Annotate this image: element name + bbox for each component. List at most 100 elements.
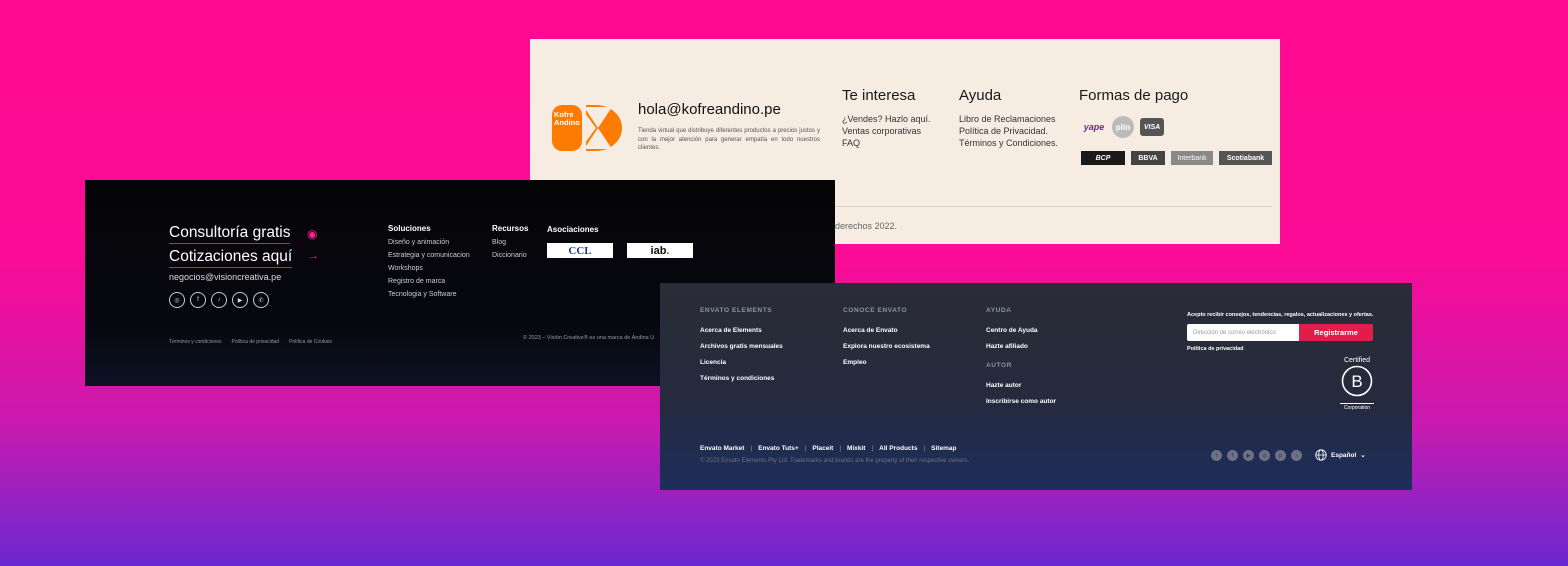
envato-copyright: © 2023 Envato Elements Pty Ltd. Trademar… (700, 458, 970, 464)
link-estrategia[interactable]: Estrategia y comunicacion (388, 249, 470, 262)
conoce-title: CONOCE ENVATO (843, 307, 908, 314)
instagram-icon[interactable]: ◎ (1259, 450, 1270, 461)
link-sitemap[interactable]: Sitemap (931, 445, 956, 452)
email-field[interactable]: Dirección de correo electrónico (1187, 324, 1299, 341)
registrarme-button[interactable]: Registrarme (1299, 324, 1373, 341)
privacy-link[interactable]: Política de privacidad (1187, 346, 1244, 352)
separator: | (839, 445, 842, 452)
consultoria-link[interactable]: Consultoría gratis (169, 224, 291, 244)
separator: | (871, 445, 874, 452)
kofre-copyright: derechos 2022. (835, 221, 898, 231)
vision-col-recursos: Recursos Blog Diccionario (492, 224, 528, 262)
logo-text-line2: Andino (554, 118, 580, 127)
link-ecosistema[interactable]: Explora nuestro ecosistema (843, 339, 930, 355)
link-workshops[interactable]: Workshops (388, 262, 470, 275)
kofre-logo[interactable]: Kofre Andino (552, 105, 622, 151)
tiktok-icon[interactable]: ♪ (1291, 450, 1302, 461)
link-centro-ayuda[interactable]: Centro de Ayuda (986, 323, 1038, 339)
link-envato-tuts[interactable]: Envato Tuts+ (758, 445, 799, 452)
scotiabank-logo: Scotiabank (1219, 151, 1272, 165)
pinterest-icon[interactable]: p (1275, 450, 1286, 461)
link-vendes[interactable]: ¿Vendes? Hazlo aquí. (842, 113, 931, 125)
link-acerca-envato[interactable]: Acerca de Envato (843, 323, 930, 339)
separator: | (923, 445, 926, 452)
instagram-icon[interactable]: ◎ (169, 292, 185, 308)
link-faq[interactable]: FAQ (842, 137, 931, 149)
arrow-right-icon: → (308, 250, 319, 262)
link-diseno[interactable]: Diseño y animación (388, 236, 470, 249)
link-politica-privacidad[interactable]: Política de Privacidad. (959, 125, 1058, 137)
kofre-col-interesa: Te interesa ¿Vendes? Hazlo aquí. Ventas … (842, 87, 931, 149)
youtube-icon[interactable]: ▶ (1243, 450, 1254, 461)
ccl-logo[interactable]: CCL (547, 243, 613, 258)
link-politica-privacidad[interactable]: Política de privacidad (232, 339, 280, 345)
envato-col-conoce: CONOCE ENVATO Acerca de Envato Explora n… (843, 307, 930, 371)
link-all-products[interactable]: All Products (879, 445, 917, 452)
vision-socials: ◎ f ♪ ▶ ✆ (169, 292, 269, 308)
envato-col-elements: ENVATO ELEMENTS Acerca de Elements Archi… (700, 307, 783, 387)
youtube-icon[interactable]: ▶ (232, 292, 248, 308)
chevron-down-icon: ⌄ (1360, 452, 1366, 459)
facebook-icon[interactable]: f (1227, 450, 1238, 461)
link-diccionario[interactable]: Diccionario (492, 249, 528, 262)
bcorp-badge: Certified B Corporation (1340, 357, 1374, 411)
link-hazte-afiliado[interactable]: Hazte afiliado (986, 339, 1038, 355)
elements-title: ENVATO ELEMENTS (700, 307, 773, 314)
recursos-title: Recursos (492, 224, 529, 233)
envato-col-ayuda: AYUDA Centro de Ayuda Hazte afiliado (986, 307, 1038, 355)
twitter-icon[interactable]: t (1211, 450, 1222, 461)
link-archivos-gratis[interactable]: Archivos gratis mensuales (700, 339, 783, 355)
link-registro-marca[interactable]: Registro de marca (388, 275, 470, 288)
vision-email[interactable]: negocios@visioncreativa.pe (169, 272, 281, 282)
kofre-email[interactable]: hola@kofreandino.pe (638, 101, 781, 118)
language-selector[interactable]: Español ⌄ (1315, 449, 1366, 461)
envato-col-autor: AUTOR Hazte autor Inscribirse como autor (986, 362, 1056, 410)
link-terminos-condiciones[interactable]: Términos y condiciones (169, 339, 222, 345)
cotizaciones-link[interactable]: Cotizaciones aquí (169, 248, 293, 268)
link-licencia[interactable]: Licencia (700, 355, 783, 371)
whatsapp-icon[interactable]: ✆ (253, 292, 269, 308)
interbank-logo: Interbank (1171, 151, 1213, 165)
vision-col-soluciones: Soluciones Diseño y animación Estrategia… (388, 224, 470, 301)
link-placeit[interactable]: Placeit (812, 445, 833, 452)
link-envato-market[interactable]: Envato Market (700, 445, 744, 452)
vision-copyright: © 2023 – Visión Creative® es una marca d… (523, 335, 655, 341)
envato-socials: t f ▶ ◎ p ♪ (1211, 450, 1302, 461)
iab-logo-text: iab (650, 244, 667, 257)
link-libro-reclamaciones[interactable]: Libro de Reclamaciones (959, 113, 1058, 125)
bank-logos: BCP BBVA Interbank Scotiabank (1081, 151, 1272, 165)
interesa-title: Te interesa (842, 87, 916, 104)
link-inscribirse-autor[interactable]: Inscribirse como autor (986, 394, 1056, 410)
pago-title: Formas de pago (1079, 87, 1189, 104)
facebook-icon[interactable]: f (190, 292, 206, 308)
plin-icon: plin (1112, 116, 1134, 138)
iab-logo[interactable]: iab. (627, 243, 693, 258)
link-acerca-elements[interactable]: Acerca de Elements (700, 323, 783, 339)
globe-icon (1315, 449, 1327, 461)
soluciones-title: Soluciones (388, 224, 431, 233)
newsletter-offer: Acepto recibir consejos, tendencias, reg… (1187, 312, 1374, 318)
autor-title: AUTOR (986, 362, 1012, 369)
link-terminos-condiciones[interactable]: Términos y condiciones (700, 371, 783, 387)
link-empleo[interactable]: Empleo (843, 355, 930, 371)
vision-legal-links: Términos y condiciones Política de priva… (169, 339, 332, 345)
link-terminos[interactable]: Términos y Condiciones. (959, 137, 1058, 149)
bcorp-icon: B (1341, 365, 1373, 397)
tiktok-icon[interactable]: ♪ (211, 292, 227, 308)
kofre-col-ayuda: Ayuda Libro de Reclamaciones Política de… (959, 87, 1058, 149)
link-ventas-corporativas[interactable]: Ventas corporativas (842, 125, 931, 137)
envato-bottom-links: Envato Market | Envato Tuts+ | Placeit |… (700, 445, 956, 452)
separator: | (804, 445, 807, 452)
language-label: Español (1331, 451, 1357, 459)
link-mixkit[interactable]: Mixkit (847, 445, 865, 452)
kofre-description: Tienda virtual que distribuye diferentes… (638, 128, 820, 151)
kofre-col-pago: Formas de pago (1079, 87, 1188, 113)
asociaciones-title: Asociaciones (547, 225, 599, 234)
link-tecnologia[interactable]: Tecnologia y Software (388, 288, 470, 301)
envato-footer: ENVATO ELEMENTS Acerca de Elements Archi… (660, 283, 1412, 490)
link-blog[interactable]: Blog (492, 236, 528, 249)
bcorp-corporation: Corporation (1340, 403, 1374, 411)
kofre-logo-text: Kofre Andino (554, 111, 580, 127)
link-hazte-autor[interactable]: Hazte autor (986, 378, 1056, 394)
link-politica-cookies[interactable]: Política de Cookies (289, 339, 332, 345)
